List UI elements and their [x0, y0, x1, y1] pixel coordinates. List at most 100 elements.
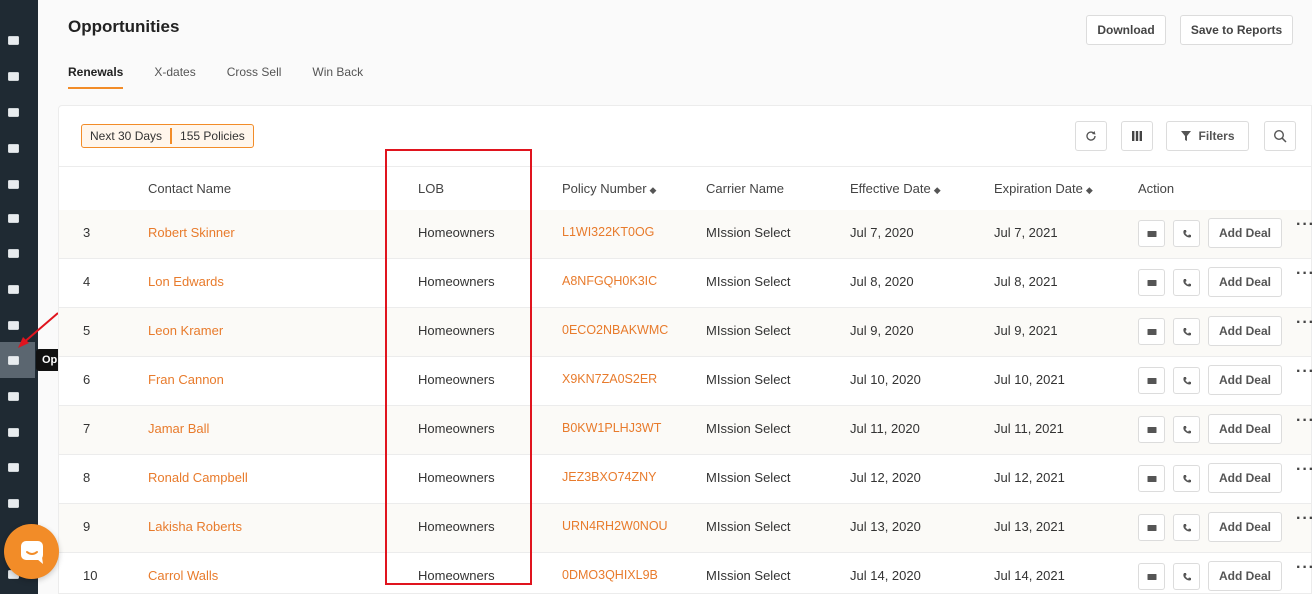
contact-name-link[interactable]: Lakisha Roberts — [148, 519, 242, 534]
add-deal-button[interactable]: Add Deal — [1208, 316, 1282, 346]
table-row[interactable]: 10 Carrol Walls Homeowners 0DMO3QHIXL9B MIss… — [59, 553, 1312, 594]
more-options-button[interactable]: ··· — [1296, 510, 1312, 528]
col-expiration-date[interactable]: Expiration Date ◆ — [994, 181, 1093, 196]
call-button[interactable] — [1173, 367, 1200, 394]
filters-button[interactable]: Filters — [1166, 121, 1249, 151]
contacts-icon[interactable] — [6, 70, 20, 82]
columns-button[interactable] — [1121, 121, 1153, 151]
policy-number-link[interactable]: JEZ3BXO74ZNY — [562, 470, 656, 484]
call-button[interactable] — [1173, 318, 1200, 345]
contact-name-link[interactable]: Lon Edwards — [148, 274, 224, 289]
add-deal-button[interactable]: Add Deal — [1208, 218, 1282, 248]
phone-icon — [1182, 523, 1191, 531]
contact-name-link[interactable]: Leon Kramer — [148, 323, 223, 338]
table-row[interactable]: 7 Jamar Ball Homeowners B0KW1PLHJ3WT MIssion… — [59, 406, 1312, 455]
policy-number-link[interactable]: B0KW1PLHJ3WT — [562, 421, 661, 435]
more-options-button[interactable]: ··· — [1296, 461, 1312, 479]
policy-number-link[interactable]: 0ECO2NBAKWMC — [562, 323, 668, 337]
policy-number-link[interactable]: A8NFGQH0K3IC — [562, 274, 657, 288]
tab-cross-sell[interactable]: Cross Sell — [227, 65, 282, 89]
expiration-date-cell: Jul 10, 2021 — [994, 372, 1065, 387]
date-range-chip[interactable]: Next 30 Days 155 Policies — [81, 124, 254, 148]
table-row[interactable]: 6 Fran Cannon Homeowners X9KN7ZA0S2ER MIssio… — [59, 357, 1312, 406]
contact-name-link[interactable]: Carrol Walls — [148, 568, 218, 583]
more-options-button[interactable]: ··· — [1296, 363, 1312, 381]
list-icon[interactable] — [6, 178, 20, 190]
download-button[interactable]: Download — [1086, 15, 1166, 45]
more-options-button[interactable]: ··· — [1296, 412, 1312, 430]
carriers-icon[interactable] — [6, 142, 20, 154]
tab-win-back[interactable]: Win Back — [312, 65, 363, 89]
email-button[interactable] — [1138, 318, 1165, 345]
add-deal-button[interactable]: Add Deal — [1208, 512, 1282, 542]
policies-icon[interactable] — [6, 106, 20, 118]
call-button[interactable] — [1173, 220, 1200, 247]
add-deal-button[interactable]: Add Deal — [1208, 561, 1282, 591]
refresh-icon — [1086, 131, 1096, 141]
funnel-icon[interactable] — [6, 247, 20, 259]
table-row[interactable]: 8 Ronald Campbell Homeowners JEZ3BXO74ZNY MI… — [59, 455, 1312, 504]
email-button[interactable] — [1138, 563, 1165, 590]
effective-date-cell: Jul 10, 2020 — [850, 372, 921, 387]
printer-icon[interactable] — [6, 497, 20, 509]
table-row[interactable]: 4 Lon Edwards Homeowners A8NFGQH0K3IC MIssio… — [59, 259, 1312, 308]
email-button[interactable] — [1138, 367, 1165, 394]
chart-icon[interactable] — [6, 390, 20, 402]
policy-number-link[interactable]: URN4RH2W0NOU — [562, 519, 668, 533]
contact-name-link[interactable]: Jamar Ball — [148, 421, 209, 436]
lob-cell: Homeowners — [418, 470, 495, 485]
megaphone-icon[interactable] — [6, 283, 20, 295]
contact-name-link[interactable]: Fran Cannon — [148, 372, 224, 387]
col-contact-name[interactable]: Contact Name — [148, 181, 231, 196]
tab-x-dates[interactable]: X-dates — [154, 65, 195, 89]
id-card-icon[interactable] — [6, 212, 20, 224]
expiration-date-cell: Jul 13, 2021 — [994, 519, 1065, 534]
policy-number-link[interactable]: 0DMO3QHIXL9B — [562, 568, 658, 582]
add-deal-button[interactable]: Add Deal — [1208, 267, 1282, 297]
contact-name-link[interactable]: Robert Skinner — [148, 225, 235, 240]
table-icon[interactable] — [6, 426, 20, 438]
col-lob[interactable]: LOB — [418, 181, 444, 196]
call-button[interactable] — [1173, 563, 1200, 590]
add-deal-button[interactable]: Add Deal — [1208, 463, 1282, 493]
lob-cell: Homeowners — [418, 568, 495, 583]
email-button[interactable] — [1138, 269, 1165, 296]
policy-number-link[interactable]: X9KN7ZA0S2ER — [562, 372, 657, 386]
expiration-date-cell: Jul 9, 2021 — [994, 323, 1058, 338]
more-options-button[interactable]: ··· — [1296, 314, 1312, 332]
call-button[interactable] — [1173, 416, 1200, 443]
more-options-button[interactable]: ··· — [1296, 559, 1312, 577]
policy-number-link[interactable]: L1WI322KT0OG — [562, 225, 654, 239]
email-button[interactable] — [1138, 465, 1165, 492]
call-button[interactable] — [1173, 269, 1200, 296]
col-effective-label: Effective Date — [850, 181, 931, 196]
col-carrier-name[interactable]: Carrier Name — [706, 181, 784, 196]
search-button[interactable] — [1264, 121, 1296, 151]
page-title: Opportunities — [68, 17, 180, 36]
calendar-icon[interactable] — [6, 461, 20, 473]
table-row[interactable]: 5 Leon Kramer Homeowners 0ECO2NBAKWMC MIssio… — [59, 308, 1312, 357]
carrier-cell: MIssion Select — [706, 470, 791, 485]
more-options-button[interactable]: ··· — [1296, 265, 1312, 283]
contact-name-link[interactable]: Ronald Campbell — [148, 470, 248, 485]
add-deal-button[interactable]: Add Deal — [1208, 414, 1282, 444]
email-button[interactable] — [1138, 220, 1165, 247]
effective-date-cell: Jul 11, 2020 — [850, 421, 920, 436]
more-options-button[interactable]: ··· — [1296, 216, 1312, 234]
call-button[interactable] — [1173, 465, 1200, 492]
add-deal-button[interactable]: Add Deal — [1208, 365, 1282, 395]
carrier-cell: MIssion Select — [706, 568, 791, 583]
chat-launcher[interactable] — [4, 524, 59, 579]
opportunities-icon[interactable] — [6, 354, 20, 366]
col-effective-date[interactable]: Effective Date ◆ — [850, 181, 941, 196]
save-to-reports-button[interactable]: Save to Reports — [1180, 15, 1293, 45]
dashboard-icon[interactable] — [6, 34, 20, 46]
table-row[interactable]: 9 Lakisha Roberts Homeowners URN4RH2W0NOU MI… — [59, 504, 1312, 553]
email-button[interactable] — [1138, 514, 1165, 541]
col-policy-number[interactable]: Policy Number ◆ — [562, 181, 656, 196]
tab-renewals[interactable]: Renewals — [68, 65, 124, 89]
table-row[interactable]: 3 Robert Skinner Homeowners L1WI322KT0OG MIs… — [59, 210, 1312, 259]
refresh-button[interactable] — [1075, 121, 1107, 151]
email-button[interactable] — [1138, 416, 1165, 443]
call-button[interactable] — [1173, 514, 1200, 541]
